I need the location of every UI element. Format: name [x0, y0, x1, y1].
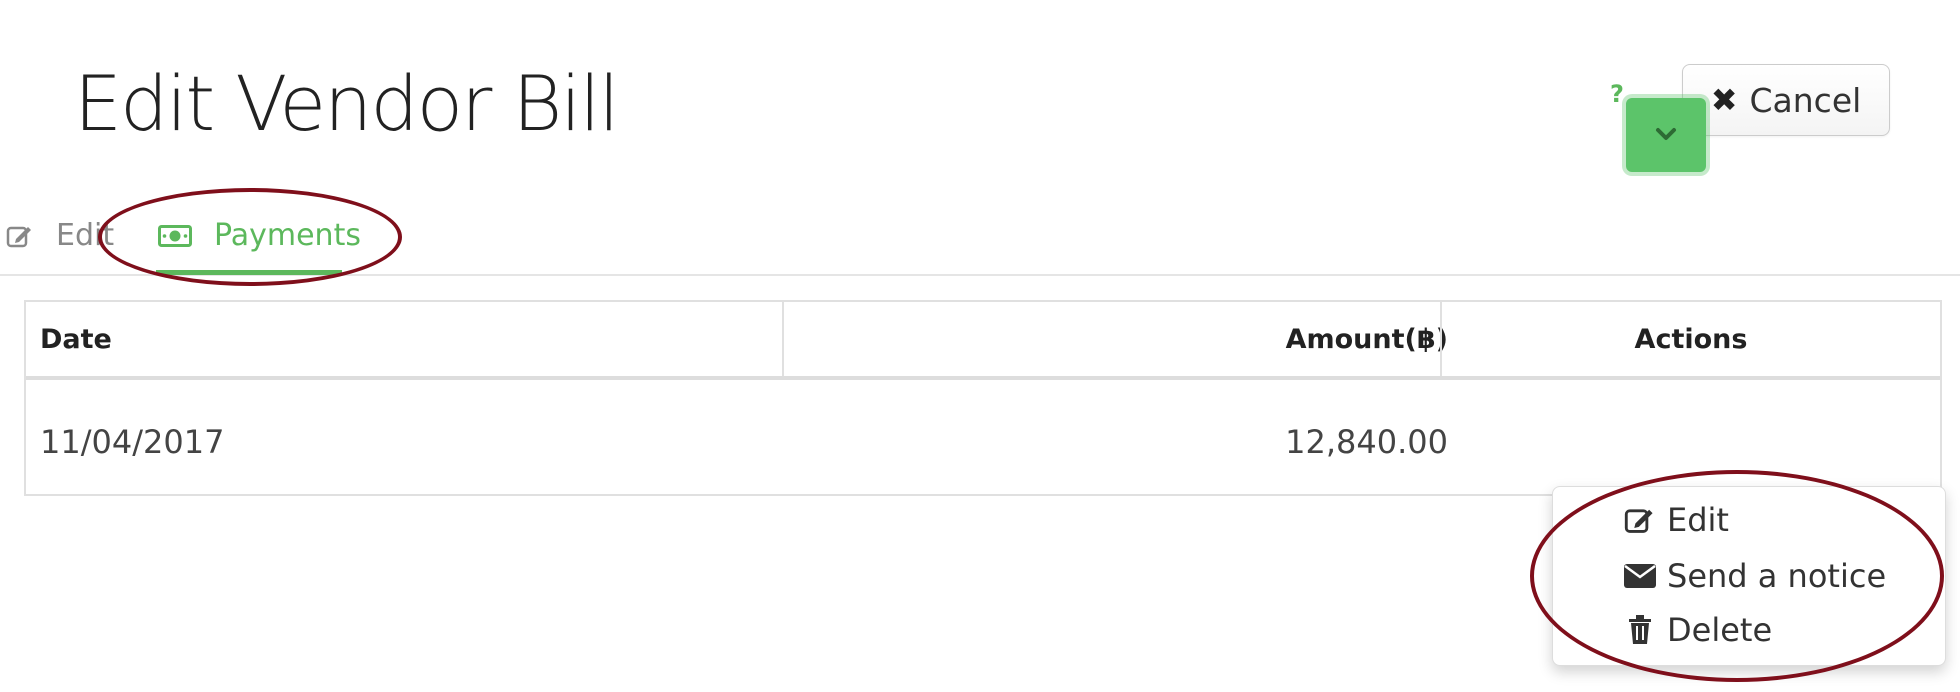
menu-item-edit-label: Edit — [1667, 501, 1729, 539]
actions-dropdown-button[interactable] — [1626, 98, 1706, 172]
menu-item-delete-label: Delete — [1667, 611, 1773, 649]
payments-table: Date Amount(฿) Actions 11/04/2017 12,840… — [24, 300, 1942, 496]
cancel-button-label: Cancel — [1749, 80, 1862, 120]
column-header-amount: Amount(฿) — [782, 302, 1464, 376]
envelope-icon — [1623, 564, 1657, 588]
table-header: Date Amount(฿) Actions — [26, 302, 1940, 380]
menu-item-send-notice-label: Send a notice — [1667, 557, 1887, 595]
tab-edit[interactable]: Edit — [6, 218, 114, 253]
tab-edit-label: Edit — [56, 218, 115, 253]
payment-amount-cell: 12,840.00 — [1285, 423, 1448, 461]
column-header-actions: Actions — [1440, 302, 1940, 376]
money-icon — [158, 224, 192, 247]
payment-date-cell: 11/04/2017 — [40, 423, 225, 461]
pencil-square-icon — [1623, 505, 1657, 535]
tab-payments-label: Payments — [214, 218, 361, 253]
help-icon[interactable]: ? — [1610, 80, 1624, 108]
page-title: Edit Vendor Bill — [74, 59, 620, 148]
column-header-date: Date — [40, 323, 112, 355]
menu-item-delete[interactable]: Delete — [1623, 611, 1772, 649]
menu-item-send-notice[interactable]: Send a notice — [1623, 557, 1886, 595]
menu-item-edit[interactable]: Edit — [1623, 501, 1729, 539]
tab-payments[interactable]: Payments — [158, 218, 361, 253]
tab-bar: Edit Payments — [0, 194, 1960, 276]
pencil-square-icon — [6, 223, 34, 249]
close-icon: ✖ — [1710, 81, 1738, 119]
cancel-button[interactable]: ✖ Cancel — [1682, 64, 1890, 136]
chevron-down-icon — [1655, 126, 1677, 145]
actions-dropdown-menu: Edit Send a notice Delete — [1552, 486, 1946, 666]
trash-icon — [1623, 615, 1657, 645]
active-tab-indicator — [156, 270, 342, 275]
